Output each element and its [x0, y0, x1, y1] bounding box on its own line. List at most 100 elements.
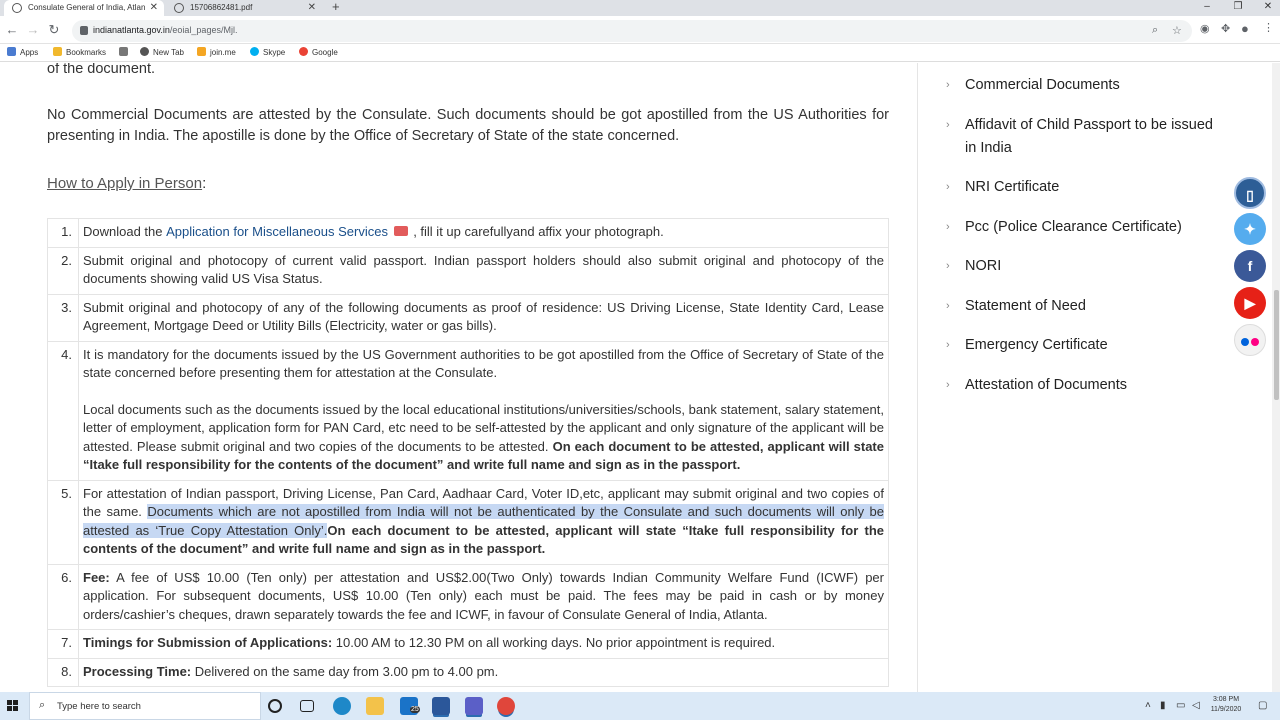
- search-placeholder: Type here to search: [57, 701, 141, 712]
- sidebar-item-attestation-of-documents[interactable]: › Attestation of Documents: [946, 374, 1216, 397]
- chevron-right-icon: ›: [946, 181, 950, 193]
- show-hidden-icons-icon[interactable]: ˄: [1145, 700, 1151, 711]
- bookmarks-bar: Apps Bookmarks New Tab join.me Skype Goo…: [0, 44, 1280, 62]
- step-text: For attestation of Indian passport, Driv…: [78, 479, 889, 565]
- chevron-right-icon: ›: [946, 378, 950, 391]
- url-field[interactable]: indianatlanta.gov.in/eoial_pages/Mjl. ⌕ …: [72, 20, 1192, 42]
- table-row: 4. It is mandatory for the documents iss…: [47, 340, 889, 481]
- step-number: 6.: [47, 563, 79, 630]
- star-icon[interactable]: ☆: [1172, 24, 1182, 37]
- step-number: 4.: [47, 340, 79, 481]
- scrollbar-thumb[interactable]: [1274, 290, 1279, 400]
- window-close-button[interactable]: ✕: [1258, 0, 1278, 14]
- bookmark-skype[interactable]: Skype: [250, 47, 285, 57]
- taskbar-search-input[interactable]: ⌕ Type here to search: [29, 692, 261, 720]
- maximize-button[interactable]: ❐: [1228, 0, 1248, 14]
- windows-start-icon[interactable]: [7, 700, 19, 712]
- profile-icon[interactable]: ●: [1241, 21, 1249, 36]
- sidebar-item-emergency-certificate[interactable]: › Emergency Certificate: [946, 334, 1216, 357]
- sidebar-menu: › Commercial Documents › Affidavit of Chil…: [946, 74, 1216, 413]
- sidebar-item-pcc[interactable]: › Pcc (Police Clearance Certificate): [946, 216, 1216, 239]
- apps-icon: [7, 47, 16, 56]
- bookmark-google[interactable]: Google: [299, 47, 338, 57]
- step-text-b: Local documents such as the documents is…: [83, 401, 884, 473]
- clock-time: 3:08 PM: [1212, 696, 1240, 703]
- fee-label: Fee:: [83, 569, 110, 585]
- facebook-icon[interactable]: f: [1234, 250, 1266, 282]
- step-text: Download the Application for Miscellaneo…: [78, 218, 889, 248]
- network-icon[interactable]: ▭: [1176, 700, 1185, 711]
- step-text-a: It is mandatory for the documents issued…: [83, 346, 884, 381]
- skype-icon: [250, 47, 259, 56]
- page-icon: [119, 47, 128, 56]
- step-number: 3.: [47, 293, 79, 342]
- flickr-icon[interactable]: [1234, 324, 1266, 356]
- extension-icon[interactable]: ◉: [1200, 22, 1210, 35]
- task-view-icon[interactable]: [300, 700, 314, 712]
- timings-label: Timings for Submission of Applications:: [83, 635, 333, 650]
- mail-icon[interactable]: 25: [400, 697, 420, 715]
- joinme-icon: [197, 47, 206, 56]
- back-icon[interactable]: ←: [4, 22, 20, 37]
- word-icon[interactable]: [432, 697, 450, 715]
- reload-icon[interactable]: ↻: [46, 22, 62, 38]
- section-heading: How to Apply in Person:: [47, 173, 206, 194]
- zoom-icon[interactable]: ⌕: [1152, 24, 1158, 37]
- tab-pdf[interactable]: 15706862481.pdf ✕: [166, 0, 322, 16]
- table-row: 5. For attestation of Indian passport, D…: [47, 479, 889, 565]
- tab-strip: Consulate General of India, Atlan ✕ 1570…: [0, 0, 1280, 16]
- bookmark-bookmarks[interactable]: Bookmarks: [53, 47, 106, 57]
- url-text: indianatlanta.gov.in/eoial_pages/Mjl.: [93, 25, 238, 35]
- clock-date: 11/9/2020: [1210, 706, 1242, 713]
- sidebar-item-commercial-documents[interactable]: › Commercial Documents: [946, 74, 1216, 97]
- forward-icon[interactable]: →: [25, 22, 41, 37]
- chrome-icon[interactable]: [497, 697, 515, 715]
- step-number: 1.: [47, 218, 79, 248]
- bookmark-new-tab[interactable]: New Tab: [140, 47, 184, 57]
- step-text: Submit original and photocopy of any of …: [78, 293, 889, 342]
- sidebar-item-affidavit-child-passport[interactable]: › Affidavit of Child Passport to be issue…: [946, 114, 1216, 160]
- star-icon: [53, 47, 62, 56]
- table-row: 3. Submit original and photocopy of any …: [47, 293, 889, 342]
- edge-icon[interactable]: [333, 697, 351, 715]
- taskbar-clock[interactable]: 3:08 PM 11/9/2020: [1204, 695, 1248, 715]
- sidebar-item-nri-certificate[interactable]: › NRI Certificate: [946, 176, 1216, 199]
- bookmark-joinme[interactable]: join.me: [197, 47, 236, 57]
- volume-icon[interactable]: ◁: [1192, 700, 1200, 711]
- mobile-icon[interactable]: ▯: [1234, 177, 1266, 209]
- step-number: 7.: [47, 629, 79, 659]
- application-form-link[interactable]: Application for Miscellaneous Services: [166, 224, 388, 239]
- step-text: Fee: A fee of US$ 10.00 (Ten only) per a…: [78, 563, 889, 630]
- pdf-icon[interactable]: [393, 226, 408, 236]
- tab-title: 15706862481.pdf: [190, 3, 253, 12]
- lock-icon: [80, 26, 88, 35]
- chevron-right-icon: ›: [946, 299, 950, 312]
- menu-icon[interactable]: ⋮: [1263, 21, 1274, 34]
- step-text: Timings for Submission of Applications: …: [78, 629, 889, 659]
- microphone-icon[interactable]: ▮: [1160, 700, 1166, 711]
- new-tab-button[interactable]: +: [332, 0, 340, 14]
- close-icon[interactable]: ✕: [150, 0, 158, 15]
- tab-consulate[interactable]: Consulate General of India, Atlan ✕: [4, 0, 164, 16]
- twitter-icon[interactable]: ✦: [1234, 213, 1266, 245]
- chevron-right-icon: ›: [946, 79, 950, 91]
- file-explorer-icon[interactable]: [366, 697, 384, 715]
- sidebar-item-statement-of-need[interactable]: › Statement of Need: [946, 295, 1216, 318]
- address-bar: ← → ↻ indianatlanta.gov.in/eoial_pages/M…: [0, 16, 1280, 44]
- bookmark-blank[interactable]: [119, 47, 132, 57]
- teams-icon[interactable]: [465, 697, 483, 715]
- chevron-right-icon: ›: [946, 339, 950, 351]
- windows-taskbar: ⌕ Type here to search 25 ˄ ▮ ▭ ◁ 3:08 PM…: [0, 692, 1280, 720]
- sidebar-item-nori[interactable]: › NORI: [946, 255, 1216, 278]
- minimize-button[interactable]: –: [1197, 0, 1217, 14]
- notification-icon[interactable]: ▢: [1258, 700, 1267, 711]
- search-icon: ⌕: [39, 699, 46, 711]
- commercial-docs-paragraph: No Commercial Documents are attested by …: [47, 107, 889, 144]
- close-icon[interactable]: ✕: [308, 0, 316, 15]
- cortana-icon[interactable]: [268, 699, 282, 713]
- step-text: It is mandatory for the documents issued…: [78, 340, 889, 481]
- puzzle-icon[interactable]: ✥: [1221, 22, 1230, 35]
- step-number: 5.: [47, 479, 79, 565]
- bookmark-apps[interactable]: Apps: [7, 47, 38, 57]
- youtube-icon[interactable]: ▶: [1234, 287, 1266, 319]
